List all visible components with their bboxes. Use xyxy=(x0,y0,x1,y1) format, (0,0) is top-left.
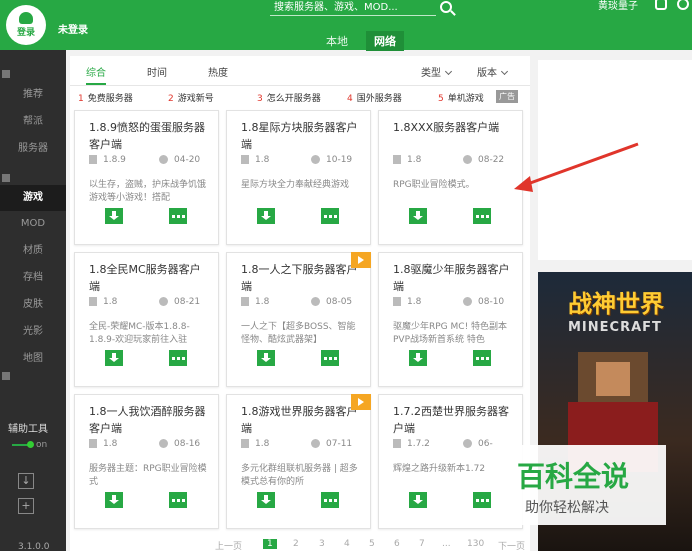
watermark-subtitle: 助你轻松解决 xyxy=(525,500,609,516)
watermark-title: 百科全说 xyxy=(517,460,630,493)
watermark-logo: 百科全说 助你轻松解决 xyxy=(505,445,666,525)
